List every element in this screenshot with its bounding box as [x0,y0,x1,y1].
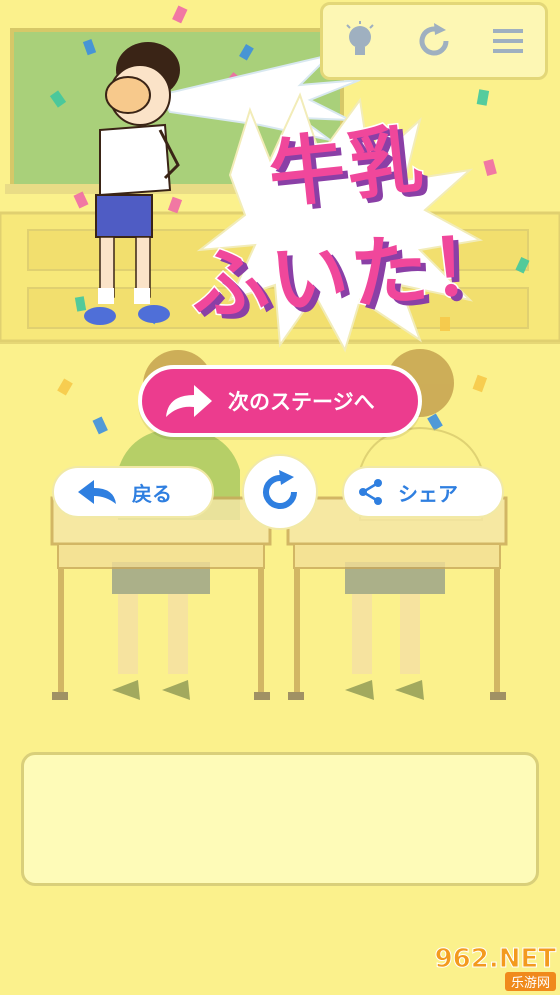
share-icon [358,478,384,506]
forward-arrow-icon [160,379,216,423]
share-label: シェア [398,481,458,506]
next-stage-label: 次のステージへ [228,390,375,414]
watermark-bottom: 乐游网 [504,971,556,991]
result-title: 牛乳 ふいた！ [180,95,515,345]
result-title-line2: ふいた！ [186,218,515,333]
desk-left [50,496,272,700]
watermark-top: 962.NET [434,943,556,974]
share-button[interactable]: シェア [342,466,504,518]
retry-button[interactable] [242,454,318,530]
lightbulb-icon[interactable] [334,15,386,67]
hamburger-menu-icon[interactable] [482,15,534,67]
back-button[interactable]: 戻る [52,466,214,518]
back-arrow-icon [76,476,118,508]
next-stage-button[interactable]: 次のステージへ [138,365,422,437]
refresh-icon[interactable] [408,15,460,67]
watermark-logo: 962.NET 乐游网 [418,942,557,992]
result-title-line1: 牛乳 [263,113,430,221]
message-box [21,752,539,886]
retry-icon [257,469,303,515]
back-label: 戻る [132,481,172,506]
desk-right [286,496,508,700]
top-toolbar [320,2,548,80]
